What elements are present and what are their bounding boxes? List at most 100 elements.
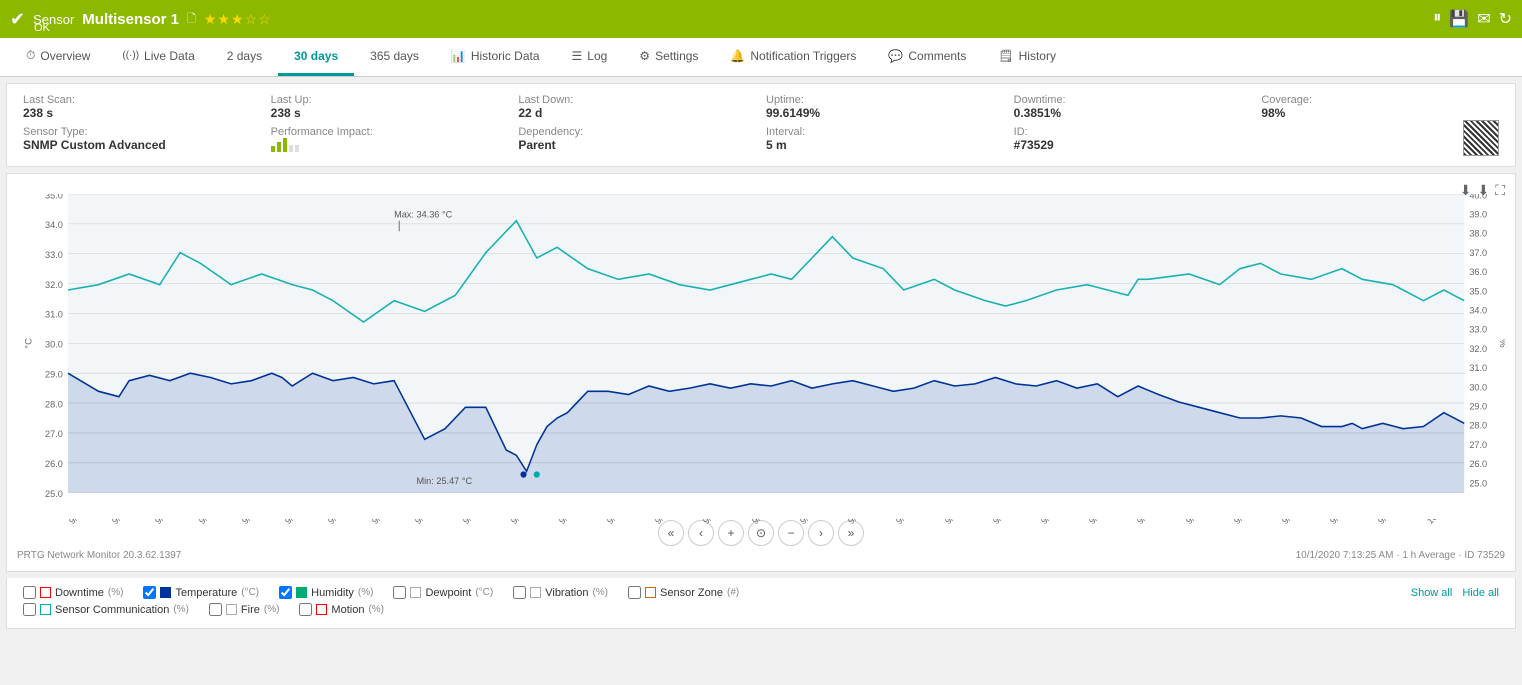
x-label: 9/13/20 [557, 519, 585, 526]
motion-color [316, 604, 327, 615]
downtime: Downtime: 0.3851% ID: #73529 [1014, 94, 1252, 156]
x-label: 9/27/20 [1232, 519, 1260, 526]
show-all-link[interactable]: Show all [1411, 587, 1453, 599]
svg-text:%: % [1498, 339, 1505, 348]
prtg-version: PRTG Network Monitor 20.3.62.1397 [17, 550, 181, 561]
x-label: 9/23/20 [1039, 519, 1067, 526]
x-label: 9/3/20 [110, 519, 135, 526]
save-icon[interactable]: 💾 [1449, 9, 1469, 29]
legend-downtime[interactable]: Downtime (%) [23, 586, 123, 599]
temperature-checkbox[interactable] [143, 586, 156, 599]
svg-text:35.0: 35.0 [45, 194, 63, 200]
tab-live-data[interactable]: ((·)) Live Data [106, 38, 210, 76]
downtime-color [40, 587, 51, 598]
tab-log[interactable]: ☰ Log [556, 38, 624, 76]
x-label: 10/1/20 [1425, 519, 1453, 526]
x-label: 9/9/20 [370, 519, 395, 526]
sensor-stars[interactable]: ★★★☆☆ [204, 11, 272, 28]
legend-dewpoint[interactable]: Dewpoint (°C) [393, 586, 493, 599]
x-label: 9/15/20 [653, 519, 681, 526]
x-label: 9/22/20 [991, 519, 1019, 526]
x-label: 9/29/20 [1328, 519, 1356, 526]
svg-text:32.0: 32.0 [1469, 344, 1487, 354]
qr-code [1463, 120, 1499, 156]
svg-text:29.0: 29.0 [45, 369, 63, 379]
sensor-copy-icon: 🗋 [187, 10, 196, 29]
x-label: 9/28/20 [1280, 519, 1308, 526]
sensor-name: Multisensor 1 [82, 11, 179, 28]
comments-icon: 💬 [888, 49, 903, 63]
svg-text:38.0: 38.0 [1469, 228, 1487, 238]
legend-sensor-zone[interactable]: Sensor Zone (#) [628, 586, 739, 599]
refresh-icon[interactable]: ↻ [1499, 9, 1512, 29]
sensor-zone-checkbox[interactable] [628, 586, 641, 599]
x-label: 9/14/20 [605, 519, 633, 526]
legend-temperature[interactable]: Temperature (°C) [143, 586, 259, 599]
tab-history[interactable]: 🗒 History [982, 38, 1072, 76]
svg-text:25.0: 25.0 [45, 489, 63, 499]
tab-overview[interactable]: ⏱ Overview [10, 38, 106, 76]
svg-text:32.0: 32.0 [45, 280, 63, 290]
email-icon[interactable]: ✉ [1477, 9, 1490, 29]
svg-text:37.0: 37.0 [1469, 248, 1487, 258]
pause-icon[interactable]: ⏸ [1433, 9, 1441, 29]
x-label: 9/17/20 [750, 519, 778, 526]
x-label: 9/8/20 [326, 519, 351, 526]
legend-humidity[interactable]: Humidity (%) [279, 586, 373, 599]
x-label: 9/18/20 [798, 519, 826, 526]
svg-text:33.0: 33.0 [1469, 324, 1487, 334]
tab-comments[interactable]: 💬 Comments [872, 38, 982, 76]
legend-actions: Show all Hide all [1411, 587, 1499, 599]
svg-text:29.0: 29.0 [1469, 401, 1487, 411]
legend-motion[interactable]: Motion (%) [299, 603, 384, 616]
live-data-icon: ((·)) [122, 50, 139, 61]
tab-notification-triggers[interactable]: 🔔 Notification Triggers [714, 38, 872, 76]
motion-checkbox[interactable] [299, 603, 312, 616]
last-scan: Last Scan: 238 s Sensor Type: SNMP Custo… [23, 94, 261, 156]
svg-text:°C: °C [23, 338, 33, 349]
fire-checkbox[interactable] [209, 603, 222, 616]
x-label: 9/25/20 [1135, 519, 1163, 526]
svg-text:34.0: 34.0 [45, 220, 63, 230]
chart-container: ⬇ ⬇ ⛶ 35.0 34.0 33.0 32.0 31.0 [6, 173, 1516, 572]
coverage: Coverage: 98% [1261, 94, 1499, 156]
svg-text:28.0: 28.0 [1469, 420, 1487, 430]
header-bar: ✔ Sensor Multisensor 1 🗋 ★★★☆☆ OK ⏸ 💾 ✉ … [0, 0, 1522, 38]
tab-2-days[interactable]: 2 days [211, 38, 278, 76]
last-up: Last Up: 238 s Performance Impact: [271, 94, 509, 156]
nav-tabs: ⏱ Overview ((·)) Live Data 2 days 30 day… [0, 38, 1522, 77]
humidity-color [296, 587, 307, 598]
tab-30-days[interactable]: 30 days [278, 38, 354, 76]
hide-all-link[interactable]: Hide all [1462, 587, 1499, 599]
notification-icon: 🔔 [730, 49, 745, 63]
svg-text:36.0: 36.0 [1469, 267, 1487, 277]
log-icon: ☰ [572, 49, 583, 63]
legend-area: Downtime (%) Temperature (°C) Humidity (… [6, 578, 1516, 629]
fire-color [226, 604, 237, 615]
x-label: 9/26/20 [1184, 519, 1212, 526]
humidity-checkbox[interactable] [279, 586, 292, 599]
tab-historic-data[interactable]: 📊 Historic Data [435, 38, 556, 76]
svg-text:Min: 25.47 °C: Min: 25.47 °C [417, 476, 473, 486]
vibration-color [530, 587, 541, 598]
vibration-checkbox[interactable] [513, 586, 526, 599]
uptime: Uptime: 99.6149% Interval: 5 m [766, 94, 1004, 156]
svg-text:25.0: 25.0 [1469, 478, 1487, 488]
legend-fire[interactable]: Fire (%) [209, 603, 280, 616]
x-label: 9/7/20 [283, 519, 308, 526]
downtime-checkbox[interactable] [23, 586, 36, 599]
svg-text:35.0: 35.0 [1469, 286, 1487, 296]
tab-365-days[interactable]: 365 days [354, 38, 435, 76]
tab-settings[interactable]: ⚙ Settings [623, 38, 714, 76]
settings-icon: ⚙ [639, 49, 650, 63]
svg-text:27.0: 27.0 [45, 429, 63, 439]
x-label: 9/20/20 [894, 519, 922, 526]
chart-area: 35.0 34.0 33.0 32.0 31.0 30.0 29.0 28.0 … [17, 194, 1505, 514]
svg-text:27.0: 27.0 [1469, 440, 1487, 450]
dewpoint-checkbox[interactable] [393, 586, 406, 599]
svg-text:28.0: 28.0 [45, 399, 63, 409]
legend-vibration[interactable]: Vibration (%) [513, 586, 608, 599]
sensor-communication-checkbox[interactable] [23, 603, 36, 616]
history-icon: 🗒 [998, 49, 1013, 63]
legend-sensor-communication[interactable]: Sensor Communication (%) [23, 603, 189, 616]
